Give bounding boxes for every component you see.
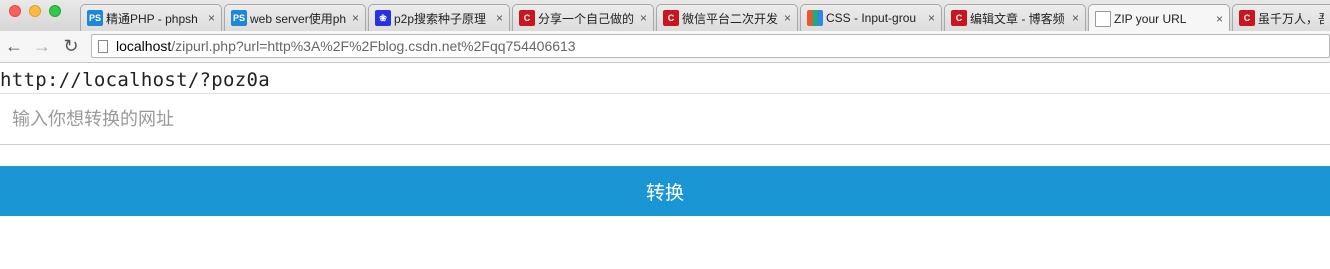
- window-maximize-button[interactable]: [49, 5, 61, 17]
- page-icon: [1095, 10, 1111, 27]
- csdn-c-icon: C: [663, 10, 679, 26]
- close-icon[interactable]: ×: [208, 11, 215, 25]
- address-url: localhost/zipurl.php?url=http%3A%2F%2Fbl…: [116, 38, 576, 54]
- tab-title: CSS - Input-grou: [826, 11, 917, 25]
- url-input[interactable]: [0, 94, 1330, 145]
- tab-title: p2p搜索种子原理: [394, 11, 487, 26]
- close-icon[interactable]: ×: [352, 11, 359, 25]
- close-icon[interactable]: ×: [496, 11, 503, 25]
- tab-phpsh[interactable]: PS 精通PHP - phpsh ×: [80, 4, 222, 31]
- window-minimize-button[interactable]: [29, 5, 41, 17]
- tab-title: 分享一个自己做的: [538, 11, 635, 26]
- close-icon[interactable]: ×: [1216, 12, 1223, 26]
- tab-web-server[interactable]: PS web server使用ph ×: [224, 4, 366, 31]
- tab-p2p[interactable]: ❀ p2p搜索种子原理 ×: [368, 4, 510, 31]
- close-icon[interactable]: ×: [784, 11, 791, 25]
- address-path: /zipurl.php?url=http%3A%2F%2Fblog.csdn.n…: [171, 38, 576, 54]
- csdn-c-icon: C: [1239, 10, 1255, 26]
- window-close-button[interactable]: [9, 5, 21, 17]
- short-url-result: http://localhost/?poz0a: [0, 69, 270, 91]
- tab-strip: PS 精通PHP - phpsh × PS web server使用ph × ❀…: [0, 0, 1330, 32]
- tab-title: 精通PHP - phpsh: [106, 11, 198, 26]
- convert-button[interactable]: 转换: [0, 166, 1330, 216]
- ps-icon: PS: [87, 10, 103, 26]
- forward-arrow-icon[interactable]: →: [32, 36, 52, 56]
- tab-share[interactable]: C 分享一个自己做的 ×: [512, 4, 654, 31]
- back-arrow-icon[interactable]: ←: [4, 36, 24, 56]
- tab-title: 微信平台二次开发: [682, 11, 779, 26]
- tab-css[interactable]: CSS - Input-grou ×: [800, 4, 942, 31]
- close-icon[interactable]: ×: [928, 11, 935, 25]
- csdn-c-icon: C: [519, 10, 535, 26]
- tab-title: 编辑文章 - 博客频: [970, 11, 1065, 26]
- page-icon: [98, 39, 108, 53]
- address-bar[interactable]: localhost/zipurl.php?url=http%3A%2F%2Fbl…: [91, 34, 1330, 58]
- tab-edit-article[interactable]: C 编辑文章 - 博客频 ×: [944, 4, 1086, 31]
- csdn-c-icon: C: [951, 10, 967, 26]
- tab-title: ZIP your URL: [1114, 11, 1187, 26]
- browser-toolbar: ← → ↻ localhost/zipurl.php?url=http%3A%2…: [0, 31, 1330, 63]
- address-host: localhost: [116, 38, 172, 54]
- ps-icon: PS: [231, 10, 247, 26]
- baidu-paw-icon: ❀: [375, 10, 391, 26]
- tab-title: web server使用ph: [250, 11, 347, 26]
- css-grid-icon: [807, 10, 823, 26]
- tab-title: 虽千万人，吾往: [1258, 11, 1324, 26]
- reload-icon[interactable]: ↻: [61, 36, 81, 56]
- tab-zip-url[interactable]: ZIP your URL ×: [1088, 4, 1230, 32]
- close-icon[interactable]: ×: [640, 11, 647, 25]
- tab-weixin[interactable]: C 微信平台二次开发 ×: [656, 4, 798, 31]
- tab-last[interactable]: C 虽千万人，吾往: [1232, 4, 1330, 31]
- close-icon[interactable]: ×: [1072, 11, 1079, 25]
